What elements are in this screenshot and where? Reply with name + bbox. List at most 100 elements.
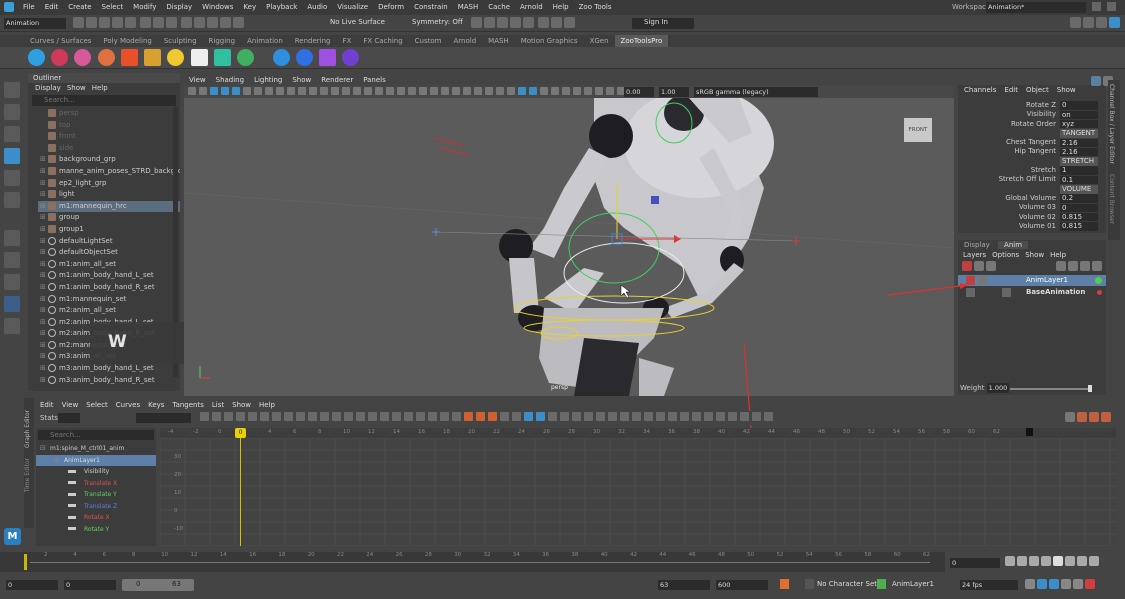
- viewport-tool-icon[interactable]: [396, 87, 405, 95]
- graph-tool-icon[interactable]: [523, 412, 533, 421]
- curve-item[interactable]: ⊟ m1:spine_M_ctrl01_anim: [36, 443, 156, 455]
- graph-time-ruler[interactable]: -4-2024681012141618202224262830323436384…: [160, 428, 1116, 438]
- lock-icon[interactable]: [1092, 2, 1101, 11]
- expand-icon[interactable]: ⊞: [40, 259, 48, 271]
- viewport-tool-icon[interactable]: [352, 87, 361, 95]
- channel-value[interactable]: VOLUME: [1060, 185, 1098, 194]
- layer-row-animlayer1[interactable]: AnimLayer1: [958, 275, 1106, 286]
- graph-tool-icon[interactable]: [751, 412, 761, 421]
- open-scene-icon[interactable]: [86, 17, 97, 28]
- redo-icon[interactable]: [125, 17, 136, 28]
- viewport-tool-icon[interactable]: [220, 87, 229, 95]
- graph-tool-icon[interactable]: [379, 412, 389, 421]
- expand-icon[interactable]: ⊞: [40, 189, 48, 201]
- toggle-attribute-editor-icon[interactable]: [551, 17, 563, 28]
- channel-menu-object[interactable]: Object: [1022, 85, 1053, 96]
- attribute-editor-icon[interactable]: [1070, 17, 1081, 28]
- shelf-tab-sculpting[interactable]: Sculpting: [158, 35, 203, 47]
- expand-icon[interactable]: ⊞: [40, 351, 48, 363]
- side-tab-time-editor[interactable]: Time Editor: [24, 458, 31, 492]
- zoo-toggle-icon[interactable]: [237, 49, 255, 66]
- viewport-tool-icon[interactable]: [594, 87, 603, 95]
- menu-cache[interactable]: Cache: [483, 0, 515, 14]
- play-backward-icon[interactable]: [1041, 556, 1051, 566]
- graph-tool-icon[interactable]: [427, 412, 437, 421]
- viewport-tool-icon[interactable]: [605, 87, 614, 95]
- current-frame-field[interactable]: 0: [950, 558, 1000, 568]
- tab-display[interactable]: Display: [958, 241, 996, 249]
- layer-up-icon[interactable]: [1056, 261, 1066, 271]
- layer-mute-icon[interactable]: [966, 276, 975, 285]
- channel-row[interactable]: Rotate Z 0: [958, 101, 1106, 110]
- exposure-field[interactable]: 0.00: [624, 87, 654, 97]
- channel-row[interactable]: Global Volume 0.2: [958, 194, 1106, 203]
- layer-lock-icon[interactable]: [966, 288, 975, 297]
- outliner-item[interactable]: ⊞ m1:anim_body_hand_R_set: [38, 282, 180, 294]
- outliner-item[interactable]: ⊞ ep2_light_grp: [38, 178, 180, 190]
- channel-row[interactable]: Hip Tangent 2.16: [958, 147, 1106, 157]
- minimize-icon[interactable]: [1107, 2, 1116, 11]
- layer-new-icon[interactable]: [962, 261, 972, 271]
- shelf-tab-poly-modeling[interactable]: Poly Modeling: [97, 35, 157, 47]
- channel-row[interactable]: STRETCH: [958, 157, 1106, 166]
- expand-icon[interactable]: ⊞: [40, 363, 48, 375]
- viewport-tool-icon[interactable]: [330, 87, 339, 95]
- select-hierarchy-icon[interactable]: [140, 17, 152, 28]
- viewport-tool-icon[interactable]: [418, 87, 427, 95]
- graph-tool-icon[interactable]: [487, 412, 497, 421]
- viewport-tool-icon[interactable]: [209, 87, 218, 95]
- channel-value[interactable]: 2.16: [1060, 138, 1098, 148]
- zoo-checker-icon[interactable]: [190, 49, 208, 66]
- graph-tool-icon[interactable]: [727, 412, 737, 421]
- viewport-tool-icon[interactable]: [495, 87, 504, 95]
- new-scene-icon[interactable]: [73, 17, 84, 28]
- menu-display[interactable]: Display: [161, 0, 197, 14]
- curve-item[interactable]: Translate Z: [36, 501, 156, 513]
- expand-icon[interactable]: ⊞: [40, 340, 48, 352]
- viewport-menu-lighting[interactable]: Lighting: [249, 75, 287, 86]
- snap-view-icon[interactable]: [220, 17, 232, 28]
- graph-tool-icon[interactable]: [331, 412, 341, 421]
- graph-tool-icon[interactable]: [547, 412, 557, 421]
- viewport-menu-view[interactable]: View: [184, 75, 211, 86]
- graph-tool-icon[interactable]: [715, 412, 725, 421]
- channel-value[interactable]: 0.815: [1060, 212, 1098, 222]
- viewport-tool-icon[interactable]: [550, 87, 559, 95]
- viewport-tool-icon[interactable]: [231, 87, 240, 95]
- select-object-icon[interactable]: [153, 17, 165, 28]
- menu-visualize[interactable]: Visualize: [332, 0, 373, 14]
- menu-zoo-tools[interactable]: Zoo Tools: [574, 0, 617, 14]
- graph-tool-icon[interactable]: [271, 412, 281, 421]
- search-tool-icon[interactable]: [4, 318, 20, 334]
- graph-tool-icon[interactable]: [259, 412, 269, 421]
- expand-icon[interactable]: ⊞: [40, 270, 48, 282]
- viewport-tool-icon[interactable]: [385, 87, 394, 95]
- undo-icon[interactable]: [112, 17, 123, 28]
- channel-row[interactable]: Volume 02 0.815: [958, 213, 1106, 222]
- graph-tool-icon[interactable]: [667, 412, 677, 421]
- curve-item[interactable]: Rotate Y: [36, 524, 156, 536]
- channel-value[interactable]: TANGENT: [1060, 129, 1098, 138]
- graph-tool-icon[interactable]: [463, 412, 473, 421]
- menu-modify[interactable]: Modify: [128, 0, 161, 14]
- arnold-render-icon[interactable]: [523, 17, 534, 28]
- channel-value[interactable]: 0: [1060, 101, 1098, 110]
- viewport-tool-icon[interactable]: [528, 87, 537, 95]
- snap-point-icon[interactable]: [207, 17, 219, 28]
- viewport-3d[interactable]: + + FRONT persp: [184, 98, 954, 396]
- viewport-tool-icon[interactable]: [297, 87, 306, 95]
- graph-tool-icon[interactable]: [739, 412, 749, 421]
- current-time-marker[interactable]: 0: [235, 428, 246, 438]
- stats-field-1[interactable]: [58, 413, 80, 423]
- graph-tool-icon[interactable]: [211, 412, 221, 421]
- graph-tool-icon[interactable]: [763, 412, 773, 421]
- move-tool-icon[interactable]: [4, 148, 20, 164]
- outliner-search-input[interactable]: Search...: [32, 95, 176, 106]
- channel-value[interactable]: 0.815: [1060, 222, 1098, 231]
- expand-icon[interactable]: ⊟: [40, 443, 50, 455]
- zoo-globe-icon[interactable]: [28, 49, 45, 66]
- shelf-tab-animation[interactable]: Animation: [241, 35, 289, 47]
- graph-tool-icon[interactable]: [235, 412, 245, 421]
- shelf-tab-mash[interactable]: MASH: [482, 35, 515, 47]
- menu-constrain[interactable]: Constrain: [409, 0, 453, 14]
